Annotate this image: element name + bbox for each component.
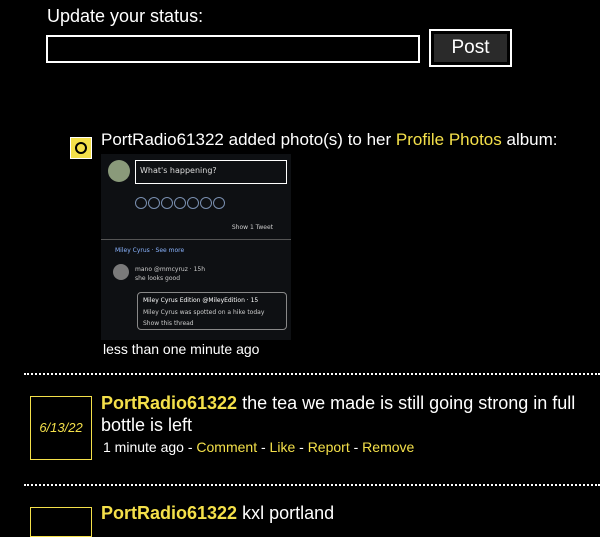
activity-text-mid: added photo(s) to her <box>228 130 392 149</box>
photo-thumbnail[interactable]: What's happening? Show 1 Tweet Miley Cyr… <box>101 154 291 340</box>
post-date-box: 6/13/22 <box>30 396 92 460</box>
like-link[interactable]: Like <box>270 439 296 455</box>
divider <box>24 484 600 486</box>
thumb-reply-avatar <box>113 264 129 280</box>
thumb-topic: Miley Cyrus · See more <box>115 247 185 254</box>
remove-link[interactable]: Remove <box>362 439 414 455</box>
post-user[interactable]: PortRadio61322 <box>101 503 237 523</box>
post-date-box <box>30 507 92 537</box>
thumb-toolbar <box>135 194 226 209</box>
status-input[interactable] <box>46 35 420 63</box>
activity-time: less than one minute ago <box>103 341 260 357</box>
post-button-label: Post <box>434 34 507 62</box>
thumb-reply-body: she looks good <box>135 275 181 282</box>
thumb-quote-text: Miley Cyrus was spotted on a hike today <box>143 309 265 316</box>
divider <box>24 373 600 375</box>
thumb-avatar <box>108 160 130 182</box>
post-meta: 1 minute ago - Comment - Like - Report -… <box>103 439 415 455</box>
report-link[interactable]: Report <box>308 439 350 455</box>
thumb-quote-author: Miley Cyrus Edition @MileyEdition · 15 <box>143 297 259 304</box>
album-link[interactable]: Profile Photos <box>396 130 502 149</box>
comment-link[interactable]: Comment <box>196 439 257 455</box>
post-user[interactable]: PortRadio61322 <box>101 393 237 413</box>
post-time: 1 minute ago <box>103 439 184 455</box>
activity-text-end: album: <box>506 130 558 149</box>
post-button[interactable]: Post <box>429 29 512 67</box>
thumb-divider <box>101 239 291 240</box>
thumb-reply-header: mano @mmcyruz · 15h <box>135 266 206 273</box>
activity-user[interactable]: PortRadio61322 <box>101 130 224 149</box>
activity-text: PortRadio61322 added photo(s) to her Pro… <box>101 130 558 150</box>
thumb-show-tweets: Show 1 Tweet <box>231 224 273 231</box>
status-label: Update your status: <box>47 6 204 26</box>
post-body: kxl portland <box>242 503 335 523</box>
post-text: PortRadio61322 the tea we made is still … <box>101 392 600 436</box>
thumb-composer-placeholder: What's happening? <box>140 166 217 175</box>
thumb-show-thread: Show this thread <box>143 320 194 327</box>
photo-album-icon <box>70 137 92 159</box>
thumb-composer: What's happening? <box>135 160 287 184</box>
